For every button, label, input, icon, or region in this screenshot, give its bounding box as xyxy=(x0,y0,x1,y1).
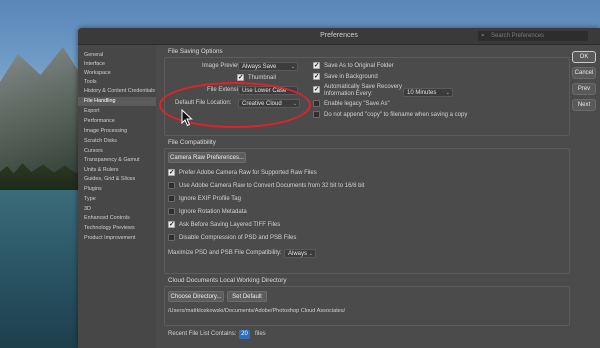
sidebar-item-type[interactable]: Type xyxy=(84,195,156,204)
thumbnail-label: Thumbnail xyxy=(248,75,277,81)
thumbnail-checkbox[interactable] xyxy=(237,73,244,81)
auto-recovery-label-2: Information Every: xyxy=(324,91,373,97)
sidebar-item-history[interactable]: History & Content Credentials xyxy=(84,87,156,96)
maximize-compat-label: Maximize PSD and PSB File Compatibility: xyxy=(168,250,282,256)
recent-files-label: Recent File List Contains: xyxy=(168,331,237,337)
cloud-dir-panel xyxy=(164,286,570,326)
sidebar-item-product-improvement[interactable]: Product Improvement xyxy=(84,234,156,243)
search-placeholder: Search Preferences xyxy=(491,33,545,39)
choose-directory-button[interactable]: Choose Directory... xyxy=(168,291,224,302)
auto-recovery-checkbox[interactable] xyxy=(313,85,320,93)
save-background-label: Save in Background xyxy=(324,74,378,80)
disable-compression-label: Disable Compression of PSD and PSB Files xyxy=(179,235,297,241)
camera-raw-prefs-button[interactable]: Camera Raw Preferences... xyxy=(168,152,246,163)
disable-compression-checkbox[interactable] xyxy=(168,234,175,241)
search-icon: ⌕ xyxy=(481,32,485,39)
sidebar-item-cursors[interactable]: Cursors xyxy=(84,147,156,156)
sidebar-item-performance[interactable]: Performance xyxy=(84,117,156,126)
prefer-acr-checkbox[interactable] xyxy=(168,168,175,176)
sidebar-item-enhanced-controls[interactable]: Enhanced Controls xyxy=(84,214,156,223)
auto-recovery-dropdown[interactable]: 10 Minutes ⌄ xyxy=(403,88,453,97)
mouse-cursor-icon xyxy=(181,109,193,127)
image-previews-value: Always Save xyxy=(242,64,277,70)
chevron-down-icon: ⌄ xyxy=(308,251,313,257)
save-background-checkbox[interactable] xyxy=(313,72,320,80)
sidebar-item-scratch-disks[interactable]: Scratch Disks xyxy=(84,137,156,146)
sidebar: General Interface Workspace Tools Histor… xyxy=(78,45,156,348)
sidebar-item-guides[interactable]: Guides, Grid & Slices xyxy=(84,175,156,184)
legacy-save-as-label: Enable legacy "Save As" xyxy=(324,101,390,107)
title-bar[interactable]: Preferences ⌕ Search Preferences xyxy=(78,28,600,45)
ignore-rotation-checkbox[interactable] xyxy=(168,208,175,215)
ask-tiff-label: Ask Before Saving Layered TIFF Files xyxy=(179,222,281,228)
file-compat-title: File Compatibility xyxy=(168,139,216,146)
no-copy-checkbox[interactable] xyxy=(313,111,320,118)
image-previews-dropdown[interactable]: Always Save ⌄ xyxy=(238,62,298,71)
recent-files-suffix: files xyxy=(255,331,266,337)
save-as-original-label: Save As to Original Folder xyxy=(324,63,394,69)
cloud-dir-path: /Users/mattkloskowski/Documents/Adobe/Ph… xyxy=(168,308,346,314)
set-default-button[interactable]: Set Default xyxy=(227,291,267,302)
sidebar-item-tools[interactable]: Tools xyxy=(84,78,156,87)
prev-button[interactable]: Prev xyxy=(572,83,596,95)
file-saving-title: File Saving Options xyxy=(168,48,223,55)
acr-convert-checkbox[interactable] xyxy=(168,182,175,189)
sidebar-item-transparency[interactable]: Transparency & Gamut xyxy=(84,156,156,165)
chevron-down-icon: ⌄ xyxy=(290,64,295,70)
no-copy-label: Do not append "copy" to filename when sa… xyxy=(324,112,468,118)
ignore-exif-checkbox[interactable] xyxy=(168,195,175,202)
sidebar-item-workspace[interactable]: Workspace xyxy=(84,69,156,78)
sidebar-item-3d[interactable]: 3D xyxy=(84,205,156,214)
sidebar-item-export[interactable]: Export xyxy=(84,107,156,116)
save-as-original-checkbox[interactable] xyxy=(313,61,320,69)
auto-recovery-label-1: Automatically Save Recovery xyxy=(324,84,403,90)
chevron-down-icon: ⌄ xyxy=(445,90,450,96)
ignore-exif-label: Ignore EXIF Profile Tag xyxy=(179,196,241,202)
sidebar-item-interface[interactable]: Interface xyxy=(84,60,156,69)
recent-files-input[interactable]: 20 xyxy=(239,330,250,339)
ignore-rotation-label: Ignore Rotation Metadata xyxy=(179,209,247,215)
prefer-acr-label: Prefer Adobe Camera Raw for Supported Ra… xyxy=(179,170,317,176)
sidebar-item-image-processing[interactable]: Image Processing xyxy=(84,127,156,136)
cancel-button[interactable]: Cancel xyxy=(572,67,596,79)
ask-tiff-checkbox[interactable] xyxy=(168,220,175,228)
background-lake xyxy=(0,190,90,348)
preferences-window: Preferences ⌕ Search Preferences General… xyxy=(78,28,600,348)
search-field[interactable]: ⌕ Search Preferences xyxy=(478,31,588,41)
sidebar-item-units[interactable]: Units & Rulers xyxy=(84,166,156,175)
maximize-compat-dropdown[interactable]: Always ⌄ xyxy=(284,249,316,258)
background-mountain xyxy=(0,47,90,180)
cloud-dir-title: Cloud Documents Local Working Directory xyxy=(168,277,287,284)
sidebar-item-file-handling[interactable]: File Handling xyxy=(78,97,156,106)
sidebar-item-general[interactable]: General xyxy=(84,51,156,60)
next-button[interactable]: Next xyxy=(572,99,596,111)
sidebar-item-plugins[interactable]: Plugins xyxy=(84,185,156,194)
legacy-save-as-checkbox[interactable] xyxy=(313,100,320,107)
ok-button[interactable]: OK xyxy=(572,51,596,63)
maximize-compat-value: Always xyxy=(288,251,308,257)
sidebar-item-technology-previews[interactable]: Technology Previews xyxy=(84,224,156,233)
auto-recovery-value: 10 Minutes xyxy=(407,90,437,96)
acr-convert-label: Use Adobe Camera Raw to Convert Document… xyxy=(179,183,365,189)
